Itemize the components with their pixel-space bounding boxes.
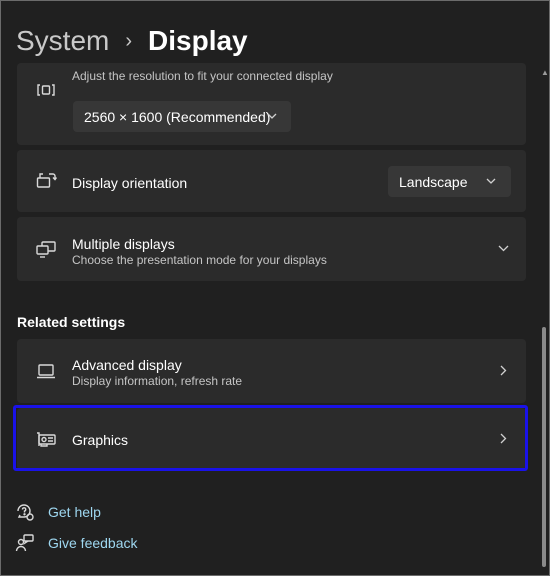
give-feedback-label[interactable]: Give feedback (48, 535, 138, 551)
orientation-icon (35, 170, 57, 192)
resolution-value: 2560 × 1600 (Recommended) (84, 108, 271, 125)
multiple-displays-icon (35, 238, 57, 260)
chevron-down-icon (267, 113, 277, 120)
advanced-display-description: Display information, refresh rate (72, 374, 243, 388)
feedback-icon (15, 533, 35, 553)
graphics-highlight-box (13, 405, 528, 471)
multiple-displays-label: Multiple displays (72, 236, 175, 252)
help-icon (15, 502, 35, 522)
scroll-up-arrow-icon[interactable]: ▲ (541, 69, 549, 77)
advanced-display-label: Advanced display (72, 357, 182, 373)
display-orientation-card: Display orientation Landscape (17, 150, 526, 212)
related-settings-heading: Related settings (17, 314, 126, 330)
orientation-label: Display orientation (72, 175, 188, 191)
orientation-value: Landscape (399, 173, 468, 190)
breadcrumb-separator: › (125, 29, 133, 52)
resolution-description: Adjust the resolution to fit your connec… (72, 69, 333, 83)
multiple-displays-card[interactable]: Multiple displays Choose the presentatio… (17, 217, 526, 281)
get-help-label[interactable]: Get help (48, 504, 101, 520)
display-resolution-card: Adjust the resolution to fit your connec… (17, 63, 526, 145)
chevron-down-icon (486, 178, 496, 185)
breadcrumb-system[interactable]: System (16, 25, 109, 57)
multiple-displays-description: Choose the presentation mode for your di… (72, 253, 327, 267)
give-feedback-link[interactable]: Give feedback (15, 533, 138, 553)
chevron-down-icon[interactable] (498, 245, 509, 252)
laptop-icon (35, 360, 57, 382)
scrollbar-thumb[interactable] (542, 327, 546, 567)
chevron-right-icon (500, 365, 507, 376)
breadcrumb: System › Display (16, 21, 248, 61)
scrollbar[interactable]: ▲ (541, 69, 549, 575)
advanced-display-card[interactable]: Advanced display Display information, re… (17, 339, 526, 403)
resolution-dropdown[interactable]: 2560 × 1600 (Recommended) (73, 101, 291, 132)
orientation-dropdown[interactable]: Landscape (388, 166, 511, 197)
get-help-link[interactable]: Get help (15, 502, 101, 522)
settings-window: System › Display Adjust the resolution t… (0, 0, 550, 576)
page-title: Display (148, 25, 248, 56)
resolution-icon (35, 79, 57, 101)
